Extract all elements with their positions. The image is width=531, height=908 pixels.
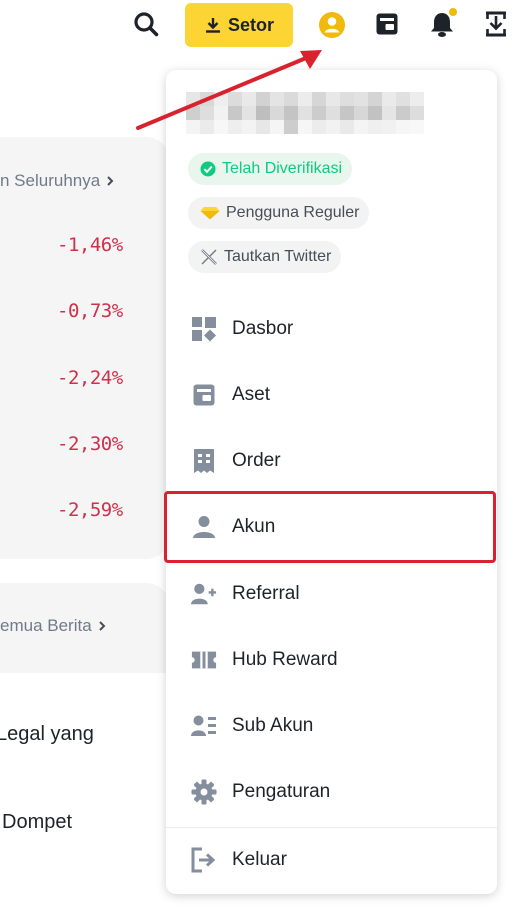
menu-item-account[interactable]: Akun [166,494,497,560]
deposit-button[interactable]: Setor [185,3,293,47]
menu-item-hub-reward[interactable]: Hub Reward [166,627,497,693]
chevron-right-icon [107,176,114,186]
search-icon [134,12,159,37]
add-user-icon [191,581,217,607]
price-change-1: -1,46% [57,234,123,256]
verified-badge: Telah Diverifikasi [188,153,353,185]
price-change-4: -2,30% [57,433,123,455]
user-circle-icon [319,12,345,38]
menu-item-order[interactable]: Order [166,428,497,494]
search-button[interactable] [132,10,160,38]
wallet-icon [376,13,398,35]
news-headline-2[interactable]: Dompet [2,811,72,834]
market-card [0,137,170,559]
sub-account-icon [191,713,217,739]
menu-label: Sub Akun [232,715,314,736]
menu-item-dashboard[interactable]: Dasbor [166,296,497,362]
price-change-5: -2,59% [57,499,123,521]
x-twitter-icon [201,249,217,265]
menu-item-referral[interactable]: Referral [166,561,497,627]
user-tier-badge[interactable]: Pengguna Reguler [188,197,370,229]
menu-label: Order [232,450,281,471]
order-icon [191,448,217,474]
news-headline-1[interactable]: Legal yang [0,723,94,746]
top-bar: Setor [0,0,531,50]
menu-label: Referral [232,583,300,604]
account-button[interactable] [317,10,347,40]
menu-label: Hub Reward [232,649,338,670]
menu-label: Dasbor [232,318,294,339]
dashboard-icon [191,316,217,342]
menu-label: Akun [232,516,276,537]
price-change-2: -0,73% [57,300,123,322]
logout-icon [191,847,217,873]
deposit-label: Setor [227,14,274,35]
price-change-3: -2,24% [57,367,123,389]
wallet-button[interactable] [374,11,400,37]
market-see-all-link[interactable]: n Seluruhnya [0,171,114,191]
chevron-right-icon [98,621,106,631]
menu-item-settings[interactable]: Pengaturan [166,759,497,825]
wallet-icon [191,382,217,408]
menu-item-logout[interactable]: Keluar [166,827,497,893]
menu-label: Aset [232,384,271,405]
account-dropdown: Telah Diverifikasi Pengguna Reguler Taut… [166,70,497,894]
download-icon [205,18,220,33]
download-app-button[interactable] [483,11,509,37]
user-icon [191,514,217,540]
notification-dot [449,8,457,16]
link-twitter-badge[interactable]: Tautkan Twitter [188,241,342,273]
menu-label: Keluar [232,849,287,870]
ticket-icon [191,647,217,673]
username-pixelated [186,92,424,134]
diamond-icon [200,207,220,220]
download-app-icon [486,11,506,37]
menu-item-sub-account[interactable]: Sub Akun [166,693,497,759]
menu-label: Pengaturan [232,781,331,802]
check-badge-icon [200,161,216,177]
gear-icon [191,779,217,805]
menu-item-assets[interactable]: Aset [166,362,497,428]
news-see-all-link[interactable]: emua Berita [0,616,106,636]
